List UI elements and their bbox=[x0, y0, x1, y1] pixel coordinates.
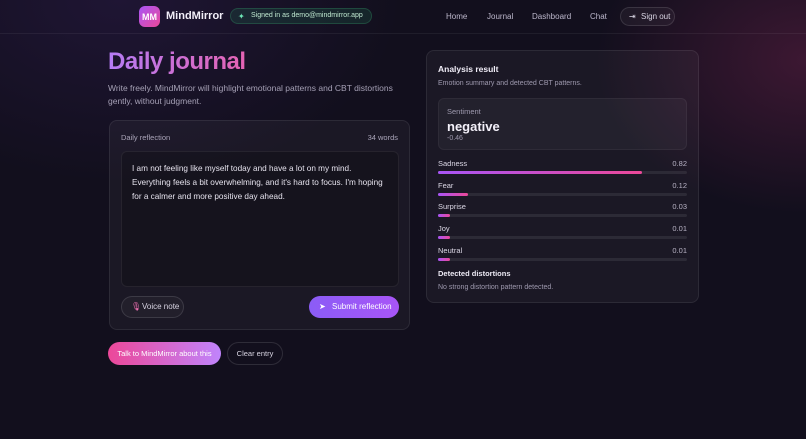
nav-link-home[interactable]: Home bbox=[446, 12, 467, 21]
brand-name[interactable]: MindMirror bbox=[166, 10, 223, 22]
analysis-card: Analysis result Emotion summary and dete… bbox=[426, 50, 699, 303]
emotion-row-joy: Joy 0.01 bbox=[438, 224, 687, 242]
analysis-title: Analysis result bbox=[438, 64, 499, 74]
nav-link-journal[interactable]: Journal bbox=[487, 12, 513, 21]
nav-link-dashboard[interactable]: Dashboard bbox=[532, 12, 571, 21]
sign-out-button[interactable]: ⇥ Sign out bbox=[620, 7, 675, 26]
sentiment-label: Sentiment bbox=[447, 107, 481, 116]
distortions-title: Detected distortions bbox=[438, 269, 511, 278]
nav-link-chat[interactable]: Chat bbox=[590, 12, 607, 21]
emotion-fill bbox=[438, 258, 451, 261]
emotion-fill bbox=[438, 236, 451, 239]
top-nav: MM MindMirror ✦ Signed in as demo@mindmi… bbox=[0, 0, 806, 34]
clear-entry-button[interactable]: Clear entry bbox=[227, 342, 283, 365]
voice-note-button[interactable]: 🎙 Voice note bbox=[121, 296, 184, 318]
sentiment-score: -0.46 bbox=[447, 135, 463, 142]
emotion-row-fear: Fear 0.12 bbox=[438, 181, 687, 199]
emotion-name: Surprise bbox=[438, 202, 466, 211]
journal-label: Daily reflection bbox=[121, 133, 171, 142]
emotion-name: Joy bbox=[438, 224, 450, 233]
journal-textarea[interactable] bbox=[121, 151, 399, 287]
emotion-row-surprise: Surprise 0.03 bbox=[438, 202, 687, 220]
logo-badge[interactable]: MM bbox=[139, 6, 160, 27]
submit-reflection-button[interactable]: ➤ Submit reflection bbox=[309, 296, 399, 318]
sparkle-icon: ✦ bbox=[238, 12, 245, 21]
emotion-value: 0.82 bbox=[672, 159, 687, 168]
microphone-icon: 🎙 bbox=[131, 302, 142, 311]
sentiment-box: Sentiment negative -0.46 bbox=[438, 98, 687, 150]
emotion-fill bbox=[438, 193, 468, 196]
voice-note-label: Voice note bbox=[142, 302, 180, 311]
emotion-fill bbox=[438, 171, 643, 174]
submit-reflection-label: Submit reflection bbox=[332, 302, 392, 311]
emotion-track bbox=[438, 236, 687, 239]
word-count: 34 words bbox=[367, 133, 398, 142]
sign-out-icon: ⇥ bbox=[629, 12, 636, 21]
page-title: Daily journal bbox=[108, 48, 246, 75]
emotion-row-neutral: Neutral 0.01 bbox=[438, 246, 687, 264]
journal-card: Daily reflection 34 words 🎙 Voice note ➤… bbox=[109, 120, 410, 330]
signed-in-text: Signed in as demo@mindmirror.app bbox=[251, 12, 363, 19]
emotion-track bbox=[438, 258, 687, 261]
emotion-track bbox=[438, 214, 687, 217]
distortions-text: No strong distortion pattern detected. bbox=[438, 284, 554, 291]
emotion-name: Neutral bbox=[438, 246, 463, 255]
emotion-row-sadness: Sadness 0.82 bbox=[438, 159, 687, 177]
emotion-name: Fear bbox=[438, 181, 454, 190]
analysis-subtitle: Emotion summary and detected CBT pattern… bbox=[438, 80, 582, 87]
signed-in-badge: ✦ Signed in as demo@mindmirror.app bbox=[230, 8, 372, 24]
emotion-track bbox=[438, 171, 687, 174]
emotion-value: 0.03 bbox=[672, 202, 687, 211]
emotion-fill bbox=[438, 214, 451, 217]
sign-out-label: Sign out bbox=[641, 12, 671, 21]
sentiment-value: negative bbox=[447, 119, 500, 134]
emotion-value: 0.01 bbox=[672, 224, 687, 233]
emotion-value: 0.12 bbox=[672, 181, 687, 190]
emotion-track bbox=[438, 193, 687, 196]
page-subtitle: Write freely. MindMirror will highlight … bbox=[108, 83, 393, 106]
talk-to-mindmirror-button[interactable]: Talk to MindMirror about this bbox=[108, 342, 221, 365]
emotion-value: 0.01 bbox=[672, 246, 687, 255]
emotion-name: Sadness bbox=[438, 159, 468, 168]
send-icon: ➤ bbox=[319, 302, 326, 311]
